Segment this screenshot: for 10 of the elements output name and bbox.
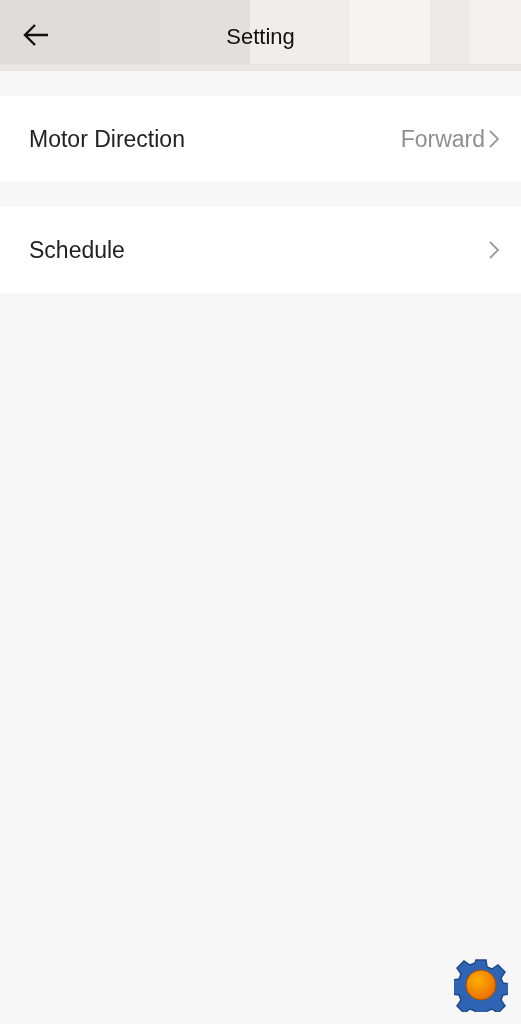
gear-icon[interactable] <box>454 958 508 1012</box>
setting-label: Schedule <box>29 236 126 264</box>
settings-row[interactable]: Motor Direction Forward <box>0 96 521 182</box>
back-icon[interactable] <box>22 22 50 48</box>
page-title: Setting <box>226 23 295 50</box>
chevron-icon <box>489 130 499 148</box>
setting-label: Motor Direction <box>29 125 186 153</box>
chevron-icon <box>489 241 499 259</box>
setting-value: Forward <box>400 125 485 153</box>
settings-row[interactable]: Schedule <box>0 207 521 293</box>
